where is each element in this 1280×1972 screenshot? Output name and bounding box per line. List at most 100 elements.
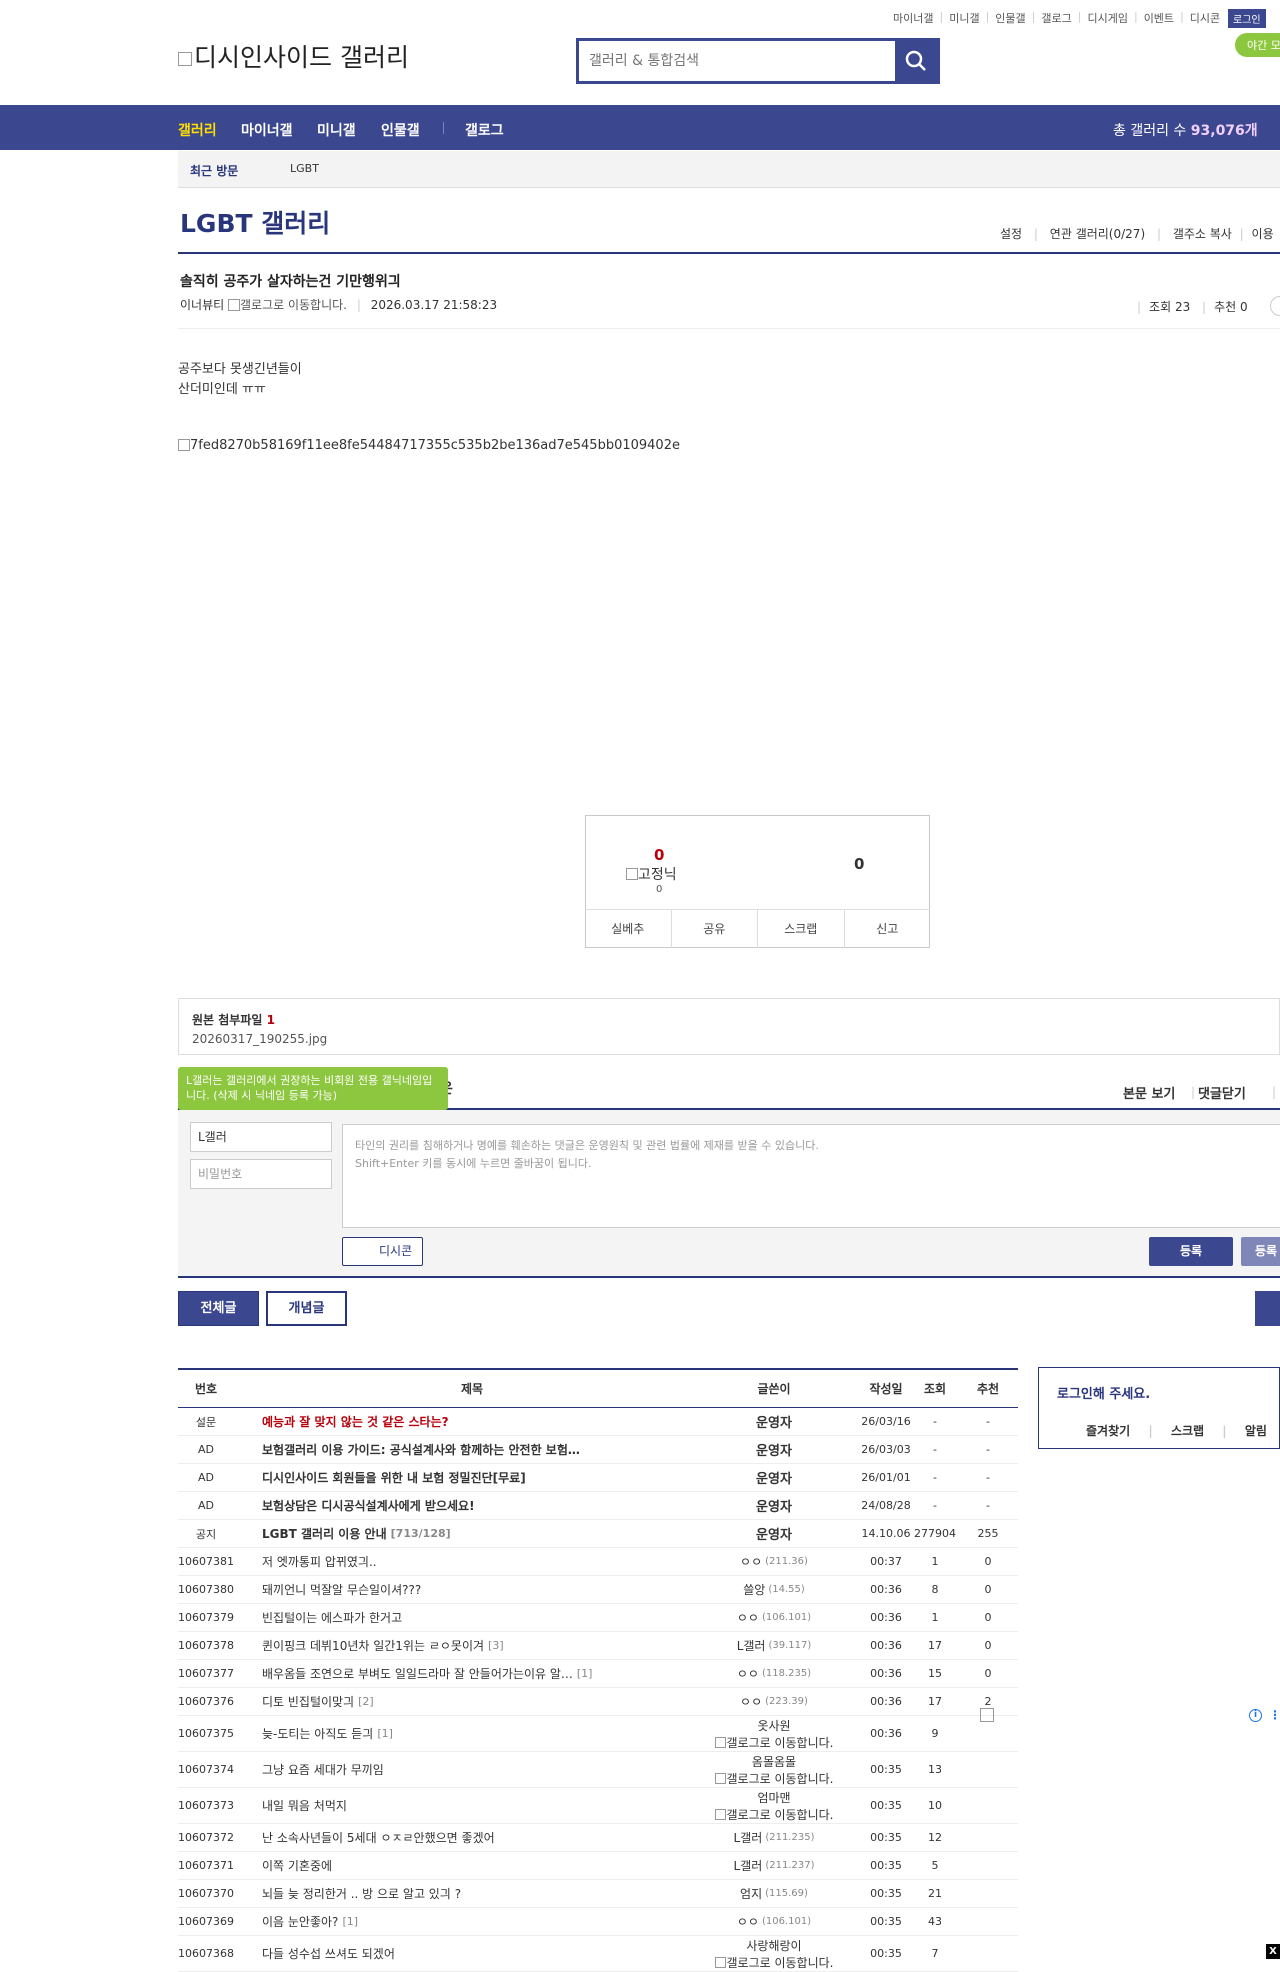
row-subject[interactable]: 배우옴들 조연으로 부벼도 일일드라마 잘 안들어가는이유 알… [1] bbox=[262, 1660, 682, 1687]
alarm-link[interactable]: 알림 bbox=[1245, 1424, 1267, 1438]
nav-person[interactable]: 인물갤 bbox=[381, 120, 420, 140]
row-gallog[interactable]: 갤로그로 이동합니다. bbox=[714, 1770, 834, 1787]
row-writer[interactable]: ㅇㅇ bbox=[737, 1609, 759, 1626]
row-writer[interactable]: 쓸앙 bbox=[743, 1581, 765, 1598]
row-comment-count[interactable]: [713/128] bbox=[391, 1527, 451, 1540]
upvote-count[interactable]: 0 bbox=[654, 846, 664, 864]
dccon-button[interactable]: 디시콘 bbox=[342, 1237, 423, 1266]
table-row[interactable]: 10607381 저 엣까통피 압뀌였긔.. ㅇㅇ (211.36) 00:37 1 0 bbox=[178, 1548, 1018, 1576]
comment-textarea[interactable]: 타인의 권리를 침해하거나 명예를 훼손하는 댓글은 운영원칙 및 관련 법률에… bbox=[342, 1124, 1280, 1228]
view-body-link[interactable]: 본문 보기 bbox=[1123, 1083, 1175, 1102]
row-comment-count[interactable]: [3] bbox=[488, 1639, 504, 1652]
row-writer[interactable]: 엄마맨 bbox=[757, 1789, 790, 1806]
row-gallog[interactable]: 갤로그로 이동합니다. bbox=[714, 1954, 834, 1971]
table-row[interactable]: 10607368 다들 성수섭 쓰셔도 되겠어 사랑해랑이 갤로그로 이동합니다. 00… bbox=[178, 1936, 1018, 1972]
login-button[interactable]: 로그인 bbox=[1228, 9, 1266, 28]
comment-submit-button[interactable]: 등록 bbox=[1149, 1237, 1233, 1266]
comment-password-field[interactable]: 비밀번호 bbox=[190, 1159, 332, 1189]
top-link-game[interactable]: 디시게임 bbox=[1087, 10, 1127, 26]
top-link-gallog[interactable]: 갤로그 bbox=[1041, 10, 1071, 26]
post-share-circle[interactable] bbox=[1270, 296, 1280, 316]
nav-gallog[interactable]: 갤로그 bbox=[465, 120, 504, 140]
row-subject[interactable]: 빈집털이는 에스파가 한거고 bbox=[262, 1604, 682, 1631]
comment-submit-alt-button[interactable]: 등록 bbox=[1241, 1237, 1280, 1266]
gallery-settings-link[interactable]: 설정 bbox=[1000, 227, 1022, 241]
table-row[interactable]: 10607376 디토 빈집털이맞긔 [2] ㅇㅇ (223.39) 00:36 17 2 bbox=[178, 1688, 1018, 1716]
related-gallery-link[interactable]: 연관 갤러리(0/27) bbox=[1050, 227, 1145, 241]
row-comment-count[interactable]: [1] bbox=[377, 1727, 393, 1740]
row-writer[interactable]: 운영자 bbox=[756, 1440, 792, 1459]
close-comments-link[interactable]: 댓글닫기 bbox=[1198, 1083, 1246, 1102]
table-row[interactable]: AD 보험갤러리 이용 가이드: 공식설계사와 함께하는 안전한 보험… 운영자 26… bbox=[178, 1436, 1018, 1464]
copy-address-link[interactable]: 갤주소 복사 bbox=[1173, 227, 1232, 241]
row-comment-count[interactable]: [1] bbox=[342, 1915, 358, 1928]
row-subject[interactable]: 늦-도티는 아직도 듣긔 [1] bbox=[262, 1716, 682, 1751]
row-writer[interactable]: L갤러 bbox=[734, 1829, 763, 1846]
table-row[interactable]: 10607372 난 소속사년들이 5세대 ㅇㅈㄹ안했으면 좋겠어 L갤러 (211.… bbox=[178, 1824, 1018, 1852]
row-writer[interactable]: 운영자 bbox=[756, 1524, 792, 1543]
table-row[interactable]: 10607378 퀸이핑크 데뷔10년차 일간1위는 ㄹㅇ못이겨 [3] L갤러 (39… bbox=[178, 1632, 1018, 1660]
night-mode-toggle[interactable]: 야간 모 bbox=[1235, 33, 1280, 57]
table-row[interactable]: 10607370 뇌들 늦 정리한거 .. 방 으로 알고 있긔 ? 엄지 (115.… bbox=[178, 1880, 1018, 1908]
favorites-link[interactable]: 즐겨찾기 bbox=[1086, 1424, 1130, 1438]
tab-concept-posts[interactable]: 개념글 bbox=[266, 1291, 347, 1326]
comment-nickname-field[interactable]: L갤러 bbox=[190, 1122, 332, 1152]
table-row[interactable]: 10607374 그냥 요즘 세대가 무끼임 옴몰옴몰 갤로그로 이동합니다. 00:3… bbox=[178, 1752, 1018, 1788]
row-writer[interactable]: 엄지 bbox=[740, 1885, 762, 1902]
nav-mini[interactable]: 미니갤 bbox=[317, 120, 356, 140]
top-link-event[interactable]: 이벤트 bbox=[1144, 10, 1174, 26]
table-row[interactable]: 10607369 이음 눈안좋아? [1] ㅇㅇ (106.101) 00:35 43 bbox=[178, 1908, 1018, 1936]
row-subject[interactable]: 내일 뭐음 처먹지 bbox=[262, 1788, 682, 1823]
row-subject[interactable]: 돼끼언니 먹잘알 무슨일이셔??? bbox=[262, 1576, 682, 1603]
row-writer[interactable]: ㅇㅇ bbox=[740, 1553, 762, 1570]
row-gallog[interactable]: 갤로그로 이동합니다. bbox=[714, 1734, 834, 1751]
row-writer[interactable]: 운영자 bbox=[756, 1468, 792, 1487]
scrap-link[interactable]: 스크랩 bbox=[1171, 1424, 1204, 1438]
scrap-button[interactable]: 스크랩 bbox=[758, 910, 845, 948]
top-link-dccon[interactable]: 디시콘 bbox=[1190, 10, 1220, 26]
top-link-mini[interactable]: 미니갤 bbox=[949, 10, 979, 26]
row-subject[interactable]: 다들 성수섭 쓰셔도 되겠어 bbox=[262, 1936, 682, 1971]
gallery-title[interactable]: LGBT 갤러리 bbox=[180, 204, 330, 240]
top-link-minor[interactable]: 마이너갤 bbox=[893, 10, 933, 26]
attachment-file[interactable]: 20260317_190255.jpg bbox=[192, 1032, 1266, 1046]
table-row[interactable]: 10607377 배우옴들 조연으로 부벼도 일일드라마 잘 안들어가는이유 알…… bbox=[178, 1660, 1018, 1688]
table-row[interactable]: 공지 LGBT 갤러리 이용 안내 [713/128] 운영자 14.10.06 2779… bbox=[178, 1520, 1018, 1548]
row-comment-count[interactable]: [2] bbox=[358, 1695, 374, 1708]
row-subject[interactable]: 디시인사이드 회원들을 위한 내 보험 정밀진단[무료] bbox=[262, 1464, 682, 1491]
row-subject[interactable]: 이쪽 기혼중에 bbox=[262, 1852, 682, 1879]
table-row[interactable]: 10607379 빈집털이는 에스파가 한거고 ㅇㅇ (106.101) 00:36 1 0 bbox=[178, 1604, 1018, 1632]
search-input[interactable] bbox=[579, 41, 895, 81]
row-comment-count[interactable]: [1] bbox=[577, 1667, 593, 1680]
row-subject[interactable]: 보험갤러리 이용 가이드: 공식설계사와 함께하는 안전한 보험… bbox=[262, 1436, 682, 1463]
row-gallog[interactable]: 갤로그로 이동합니다. bbox=[714, 1806, 834, 1823]
table-row[interactable]: 설문 예능과 잘 맞지 않는 것 같은 스타는? 운영자 26/03/16 - - bbox=[178, 1408, 1018, 1436]
tab-all-posts[interactable]: 전체글 bbox=[178, 1291, 259, 1326]
gallog-icon[interactable] bbox=[228, 299, 240, 311]
row-subject[interactable]: 보험상담은 디시공식설계사에게 받으세요! bbox=[262, 1492, 682, 1519]
write-button[interactable] bbox=[1255, 1291, 1280, 1326]
row-writer[interactable]: ㅇㅇ bbox=[737, 1665, 759, 1682]
row-subject[interactable]: 저 엣까통피 압뀌였긔.. bbox=[262, 1548, 682, 1575]
row-writer[interactable]: 사랑해랑이 bbox=[746, 1937, 801, 1954]
row-subject[interactable]: 퀸이핑크 데뷔10년차 일간1위는 ㄹㅇ못이겨 [3] bbox=[262, 1632, 682, 1659]
downvote-count[interactable]: 0 bbox=[854, 855, 864, 873]
table-row[interactable]: 10607373 내일 뭐음 처먹지 엄마맨 갤로그로 이동합니다. 00:35 10 bbox=[178, 1788, 1018, 1824]
search-button[interactable] bbox=[895, 41, 937, 81]
row-writer[interactable]: 옴몰옴몰 bbox=[752, 1753, 796, 1770]
usage-link[interactable]: 이용 bbox=[1252, 227, 1274, 241]
row-writer[interactable]: ㅇㅇ bbox=[740, 1693, 762, 1710]
nav-minor[interactable]: 마이너갤 bbox=[241, 120, 293, 140]
real-best-button[interactable]: 실베추 bbox=[585, 910, 672, 948]
recent-item-lgbt[interactable]: LGBT bbox=[290, 162, 319, 175]
top-link-person[interactable]: 인물갤 bbox=[995, 10, 1025, 26]
row-writer[interactable]: 운영자 bbox=[756, 1496, 792, 1515]
table-row[interactable]: 10607375 늦-도티는 아직도 듣긔 [1] 옷사원 갤로그로 이동합니다. 00:… bbox=[178, 1716, 1018, 1752]
row-writer[interactable]: L갤러 bbox=[734, 1857, 763, 1874]
row-subject[interactable]: LGBT 갤러리 이용 안내 [713/128] bbox=[262, 1520, 682, 1547]
table-row[interactable]: 10607371 이쪽 기혼중에 L갤러 (211.237) 00:35 5 bbox=[178, 1852, 1018, 1880]
row-subject[interactable]: 이음 눈안좋아? [1] bbox=[262, 1908, 682, 1935]
table-row[interactable]: 10607380 돼끼언니 먹잘알 무슨일이셔??? 쓸앙 (14.55) 00:36 8… bbox=[178, 1576, 1018, 1604]
row-subject[interactable]: 뇌들 늦 정리한거 .. 방 으로 알고 있긔 ? bbox=[262, 1880, 682, 1907]
post-image[interactable]: 7fed8270b58169f11ee8fe54484717355c535b2b… bbox=[178, 438, 680, 453]
